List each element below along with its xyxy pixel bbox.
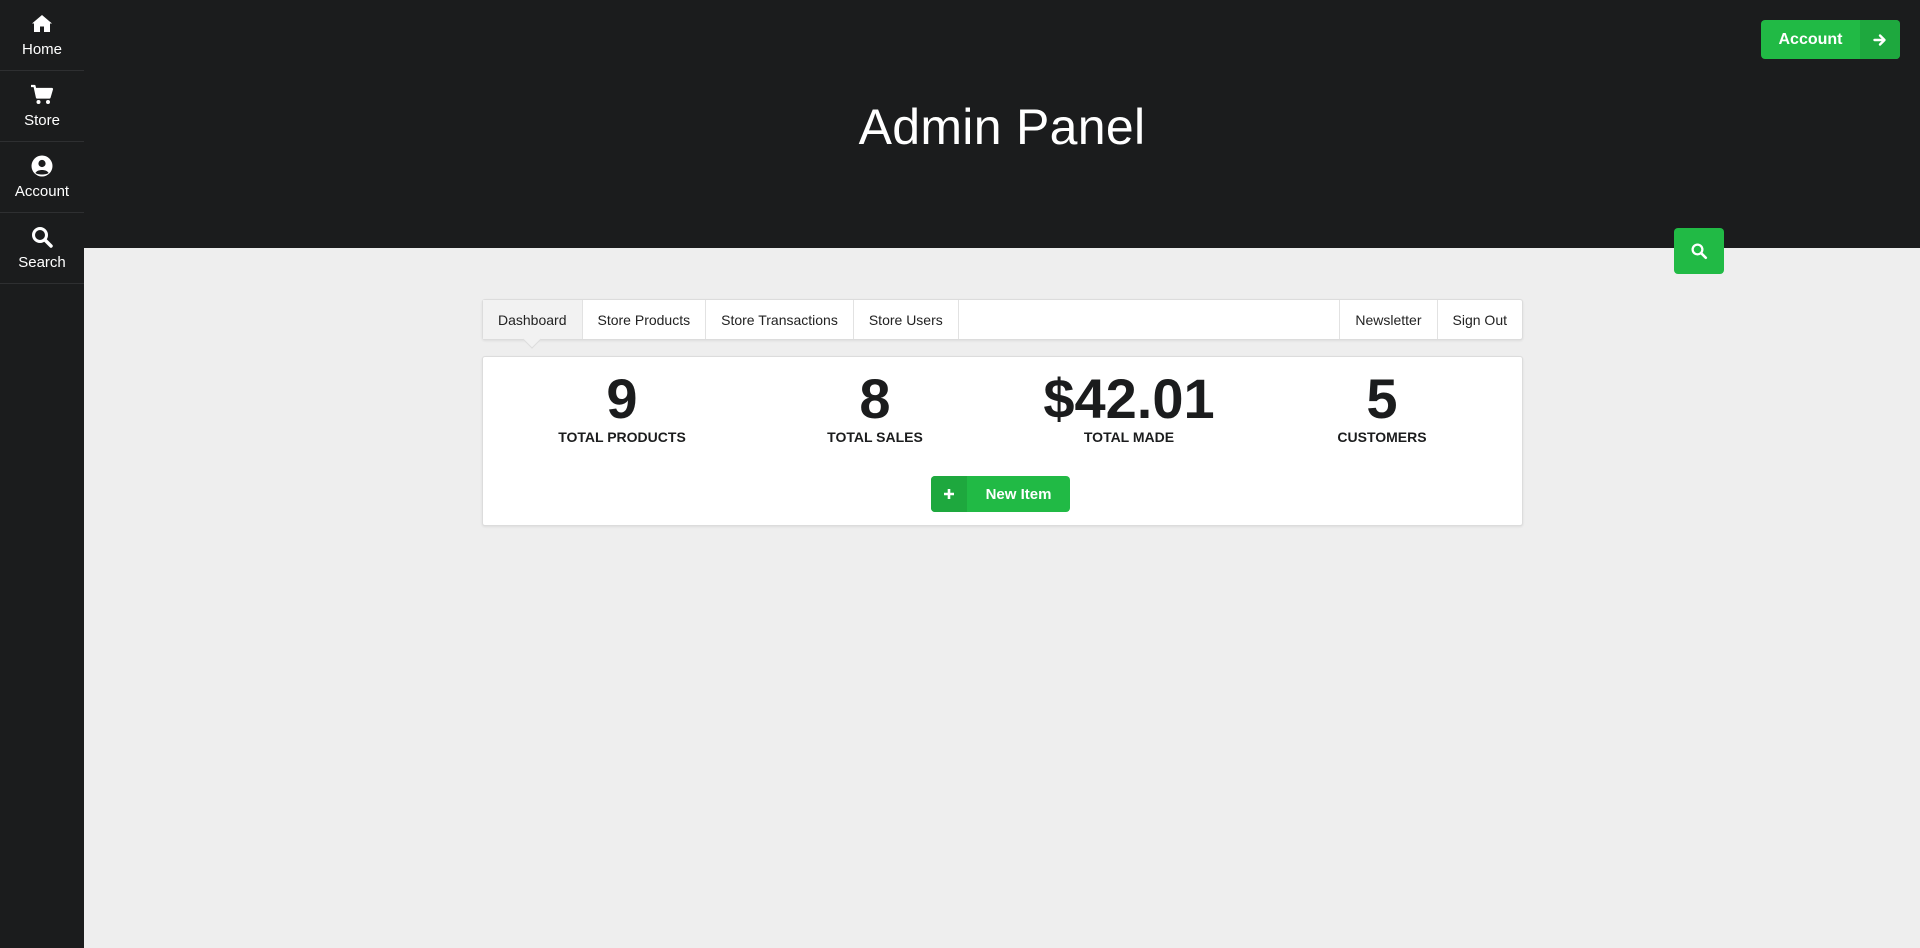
user-circle-icon — [31, 155, 53, 177]
sidebar-item-label: Account — [14, 183, 70, 200]
page-title: Admin Panel — [858, 99, 1146, 155]
account-button[interactable]: Account — [1761, 20, 1900, 59]
stat-total-products: 9 TOTAL PRODUCTS — [512, 367, 732, 446]
stat-label: TOTAL MADE — [1083, 429, 1175, 445]
tab-store-products[interactable]: Store Products — [583, 300, 707, 339]
stat-customers: 5 CUSTOMERS — [1272, 367, 1492, 446]
tab-sign-out[interactable]: Sign Out — [1438, 300, 1522, 339]
tab-newsletter[interactable]: Newsletter — [1340, 300, 1438, 339]
search-button[interactable] — [1674, 228, 1724, 274]
admin-tabs: Dashboard Store Products Store Transacti… — [482, 299, 1523, 340]
stat-total-sales: 8 TOTAL SALES — [765, 367, 985, 446]
sidebar-item-store[interactable]: Store — [0, 71, 84, 142]
search-icon — [32, 227, 53, 248]
stat-value: 8 — [859, 367, 891, 430]
new-item-button-label: New Item — [985, 485, 1052, 503]
arrow-right-icon — [1860, 20, 1900, 59]
stat-value: 9 — [606, 367, 638, 430]
tab-dashboard[interactable]: Dashboard — [483, 300, 583, 339]
stat-total-made: $42.01 TOTAL MADE — [1019, 367, 1239, 446]
search-icon — [1691, 243, 1708, 260]
stat-label: TOTAL PRODUCTS — [558, 429, 686, 445]
sidebar: Home Store Account Search — [0, 0, 84, 948]
stat-label: TOTAL SALES — [827, 429, 923, 445]
sidebar-item-home[interactable]: Home — [0, 0, 84, 71]
stat-label: CUSTOMERS — [1337, 429, 1427, 445]
dashboard-panel: 9 TOTAL PRODUCTS 8 TOTAL SALES $42.01 TO… — [482, 356, 1523, 526]
plus-icon — [931, 476, 967, 512]
sidebar-item-label: Home — [21, 41, 62, 58]
stat-value: $42.01 — [1043, 367, 1215, 430]
tab-store-users[interactable]: Store Users — [854, 300, 959, 339]
page-header: Admin Panel Account — [84, 0, 1920, 248]
tab-spacer — [959, 300, 1341, 339]
stats-row: 9 TOTAL PRODUCTS 8 TOTAL SALES $42.01 TO… — [483, 371, 1522, 451]
new-item-button[interactable]: New Item — [931, 476, 1070, 512]
stat-value: 5 — [1366, 367, 1398, 430]
sidebar-item-label: Search — [18, 254, 66, 271]
cart-icon — [31, 84, 54, 104]
account-button-label: Account — [1778, 30, 1843, 48]
home-icon — [32, 15, 52, 32]
sidebar-item-label: Store — [24, 112, 60, 129]
sidebar-item-search[interactable]: Search — [0, 213, 84, 284]
tab-store-transactions[interactable]: Store Transactions — [706, 300, 854, 339]
sidebar-item-account[interactable]: Account — [0, 142, 84, 213]
